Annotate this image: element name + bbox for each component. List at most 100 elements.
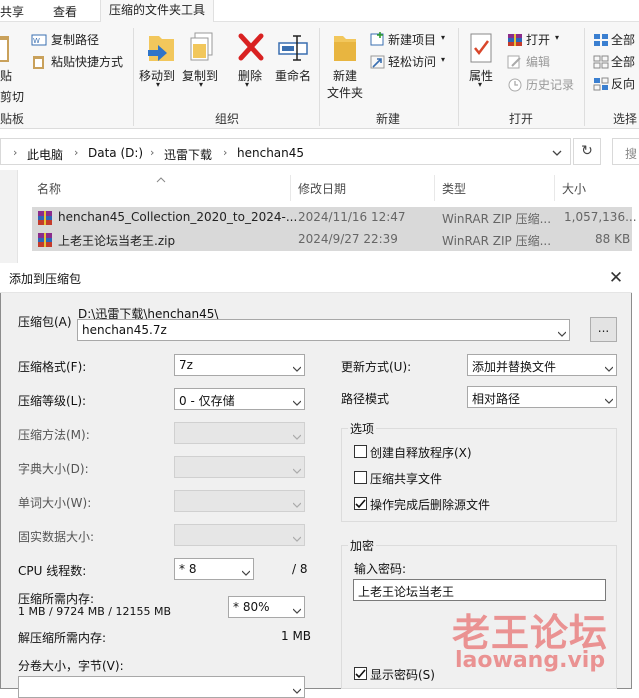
rename-icon[interactable]: [277, 34, 309, 62]
chevron-down-icon[interactable]: [604, 394, 614, 404]
shared-files-checkbox[interactable]: [354, 471, 367, 484]
dialog-title-bar[interactable]: [0, 263, 632, 293]
cpu-threads-combobox[interactable]: * 8: [174, 558, 254, 580]
solid-block-size-combobox[interactable]: [174, 524, 305, 546]
column-header-size[interactable]: 大小: [562, 180, 586, 197]
properties-dropdown[interactable]: ▾: [478, 80, 482, 89]
shared-files-checkbox-label[interactable]: 压缩共享文件: [370, 470, 442, 487]
delete-dropdown[interactable]: ▾: [245, 80, 249, 89]
word-size-label: 单词大小(W):: [18, 496, 92, 510]
path-mode-combobox[interactable]: 相对路径: [467, 386, 617, 408]
dictionary-size-label: 字典大小(D):: [18, 462, 89, 476]
tab-compressed-folder-tools[interactable]: 压缩的文件夹工具: [100, 0, 215, 22]
file-name: 上老王论坛当老王.zip: [58, 234, 176, 248]
address-history-dropdown-icon[interactable]: [552, 146, 562, 160]
file-row[interactable]: 上老王论坛当老王.zip 2024/9/27 22:39 WinRAR ZIP …: [32, 229, 632, 251]
search-input[interactable]: 搜: [612, 138, 639, 165]
delete-after-checkbox-label[interactable]: 操作完成后删除源文件: [370, 496, 490, 513]
open-dropdown[interactable]: ▾: [555, 33, 559, 42]
cpu-threads-label: CPU 线程数:: [18, 564, 87, 578]
column-divider[interactable]: [434, 175, 435, 201]
edit-button[interactable]: 编辑: [526, 53, 550, 70]
delete-after-checkbox[interactable]: [354, 497, 367, 510]
copy-to-dropdown[interactable]: ▾: [199, 80, 203, 89]
breadcrumb-chevron-icon[interactable]: ›: [74, 146, 78, 159]
move-to-icon[interactable]: [146, 30, 176, 64]
word-size-combobox[interactable]: [174, 490, 305, 512]
move-to-dropdown[interactable]: ▾: [156, 80, 160, 89]
new-folder-icon[interactable]: [332, 30, 358, 64]
breadcrumb-henchan45[interactable]: henchan45: [237, 146, 304, 160]
level-label: 压缩等级(L):: [18, 394, 87, 408]
rename-button[interactable]: 重命名: [275, 67, 311, 84]
copy-path-button[interactable]: 复制路径: [51, 31, 99, 48]
chevron-down-icon[interactable]: [557, 327, 567, 337]
address-bar[interactable]: › 此电脑 › Data (D:) › 迅雷下载 › henchan45: [0, 138, 571, 165]
chevron-down-icon[interactable]: [241, 566, 251, 576]
level-combobox[interactable]: 0 - 仅存储: [174, 388, 305, 410]
delete-button[interactable]: 删除: [238, 67, 262, 84]
history-icon: [507, 78, 523, 92]
tab-view[interactable]: 查看: [53, 3, 77, 20]
refresh-button[interactable]: ↻: [573, 138, 601, 165]
new-item-button[interactable]: 新建项目: [388, 31, 436, 48]
memory-usage-combobox[interactable]: * 80%: [228, 596, 305, 618]
column-divider[interactable]: [290, 175, 291, 201]
new-folder-button-line2[interactable]: 文件夹: [327, 84, 363, 101]
breadcrumb-xunlei[interactable]: 迅雷下载: [164, 146, 212, 163]
file-row[interactable]: henchan45_Collection_2020_to_2024-... 20…: [32, 207, 637, 229]
sfx-checkbox-label[interactable]: 创建自释放程序(X): [370, 444, 472, 461]
chevron-down-icon[interactable]: [604, 362, 614, 372]
chevron-down-icon[interactable]: [292, 362, 302, 372]
select-none-button[interactable]: 全部: [611, 53, 635, 70]
chevron-down-icon[interactable]: [292, 604, 302, 614]
history-button[interactable]: 历史记录: [526, 76, 574, 93]
properties-icon[interactable]: [469, 32, 495, 64]
show-password-checkbox[interactable]: [354, 667, 367, 680]
browse-button[interactable]: ...: [590, 317, 617, 342]
method-combobox[interactable]: [174, 422, 305, 444]
split-volume-combobox[interactable]: [18, 676, 305, 698]
easy-access-dropdown[interactable]: ▾: [441, 55, 445, 64]
delete-icon[interactable]: [237, 32, 265, 62]
chevron-down-icon[interactable]: [292, 396, 302, 406]
column-header-modified[interactable]: 修改日期: [298, 180, 346, 197]
format-combobox[interactable]: 7z: [174, 354, 305, 376]
breadcrumb-this-pc[interactable]: 此电脑: [27, 146, 63, 163]
sfx-checkbox[interactable]: [354, 445, 367, 458]
format-label: 压缩格式(F):: [18, 360, 87, 374]
column-header-type[interactable]: 类型: [442, 180, 466, 197]
archive-name-combobox[interactable]: henchan45.7z: [77, 319, 570, 341]
chevron-down-icon[interactable]: [292, 684, 302, 694]
invert-selection-button[interactable]: 反向: [611, 75, 635, 92]
breadcrumb-chevron-icon[interactable]: ›: [150, 146, 154, 159]
password-input[interactable]: 上老王论坛当老王: [353, 579, 606, 601]
paste-shortcut-button[interactable]: 粘贴快捷方式: [51, 53, 123, 70]
file-name: henchan45_Collection_2020_to_2024-...: [58, 210, 298, 224]
select-all-button[interactable]: 全部: [611, 31, 635, 48]
open-button[interactable]: 打开: [526, 31, 550, 48]
dialog-close-button[interactable]: ✕: [601, 264, 631, 292]
navigation-pane-edge[interactable]: [0, 170, 18, 265]
file-type: WinRAR ZIP 压缩...: [442, 212, 552, 226]
tab-share[interactable]: 共享: [0, 3, 24, 20]
update-mode-value: 添加并替换文件: [472, 360, 557, 374]
paste-button-label[interactable]: 贴: [0, 67, 12, 84]
column-divider[interactable]: [554, 175, 555, 201]
format-value: 7z: [179, 358, 193, 372]
easy-access-button[interactable]: 轻松访问: [388, 53, 436, 70]
column-header-name[interactable]: 名称: [37, 180, 61, 197]
ribbon-separator: [133, 28, 134, 126]
breadcrumb-chevron-icon[interactable]: ›: [13, 146, 17, 159]
show-password-label[interactable]: 显示密码(S): [370, 666, 435, 683]
breadcrumb-drive-d[interactable]: Data (D:): [88, 146, 143, 160]
dictionary-size-combobox[interactable]: [174, 456, 305, 478]
new-folder-button-line1[interactable]: 新建: [333, 67, 357, 84]
new-item-dropdown[interactable]: ▾: [441, 33, 445, 42]
update-mode-combobox[interactable]: 添加并替换文件: [467, 354, 617, 376]
copy-to-icon[interactable]: [188, 30, 218, 64]
ribbon: 贴 剪切 W 复制路径 粘贴快捷方式 贴板 移动到 ▾ 复制到 ▾ 删除 ▾ 重…: [0, 22, 639, 129]
breadcrumb-chevron-icon[interactable]: ›: [223, 146, 227, 159]
cut-button-label[interactable]: 剪切: [0, 88, 24, 105]
chevron-down-icon: [292, 532, 302, 542]
